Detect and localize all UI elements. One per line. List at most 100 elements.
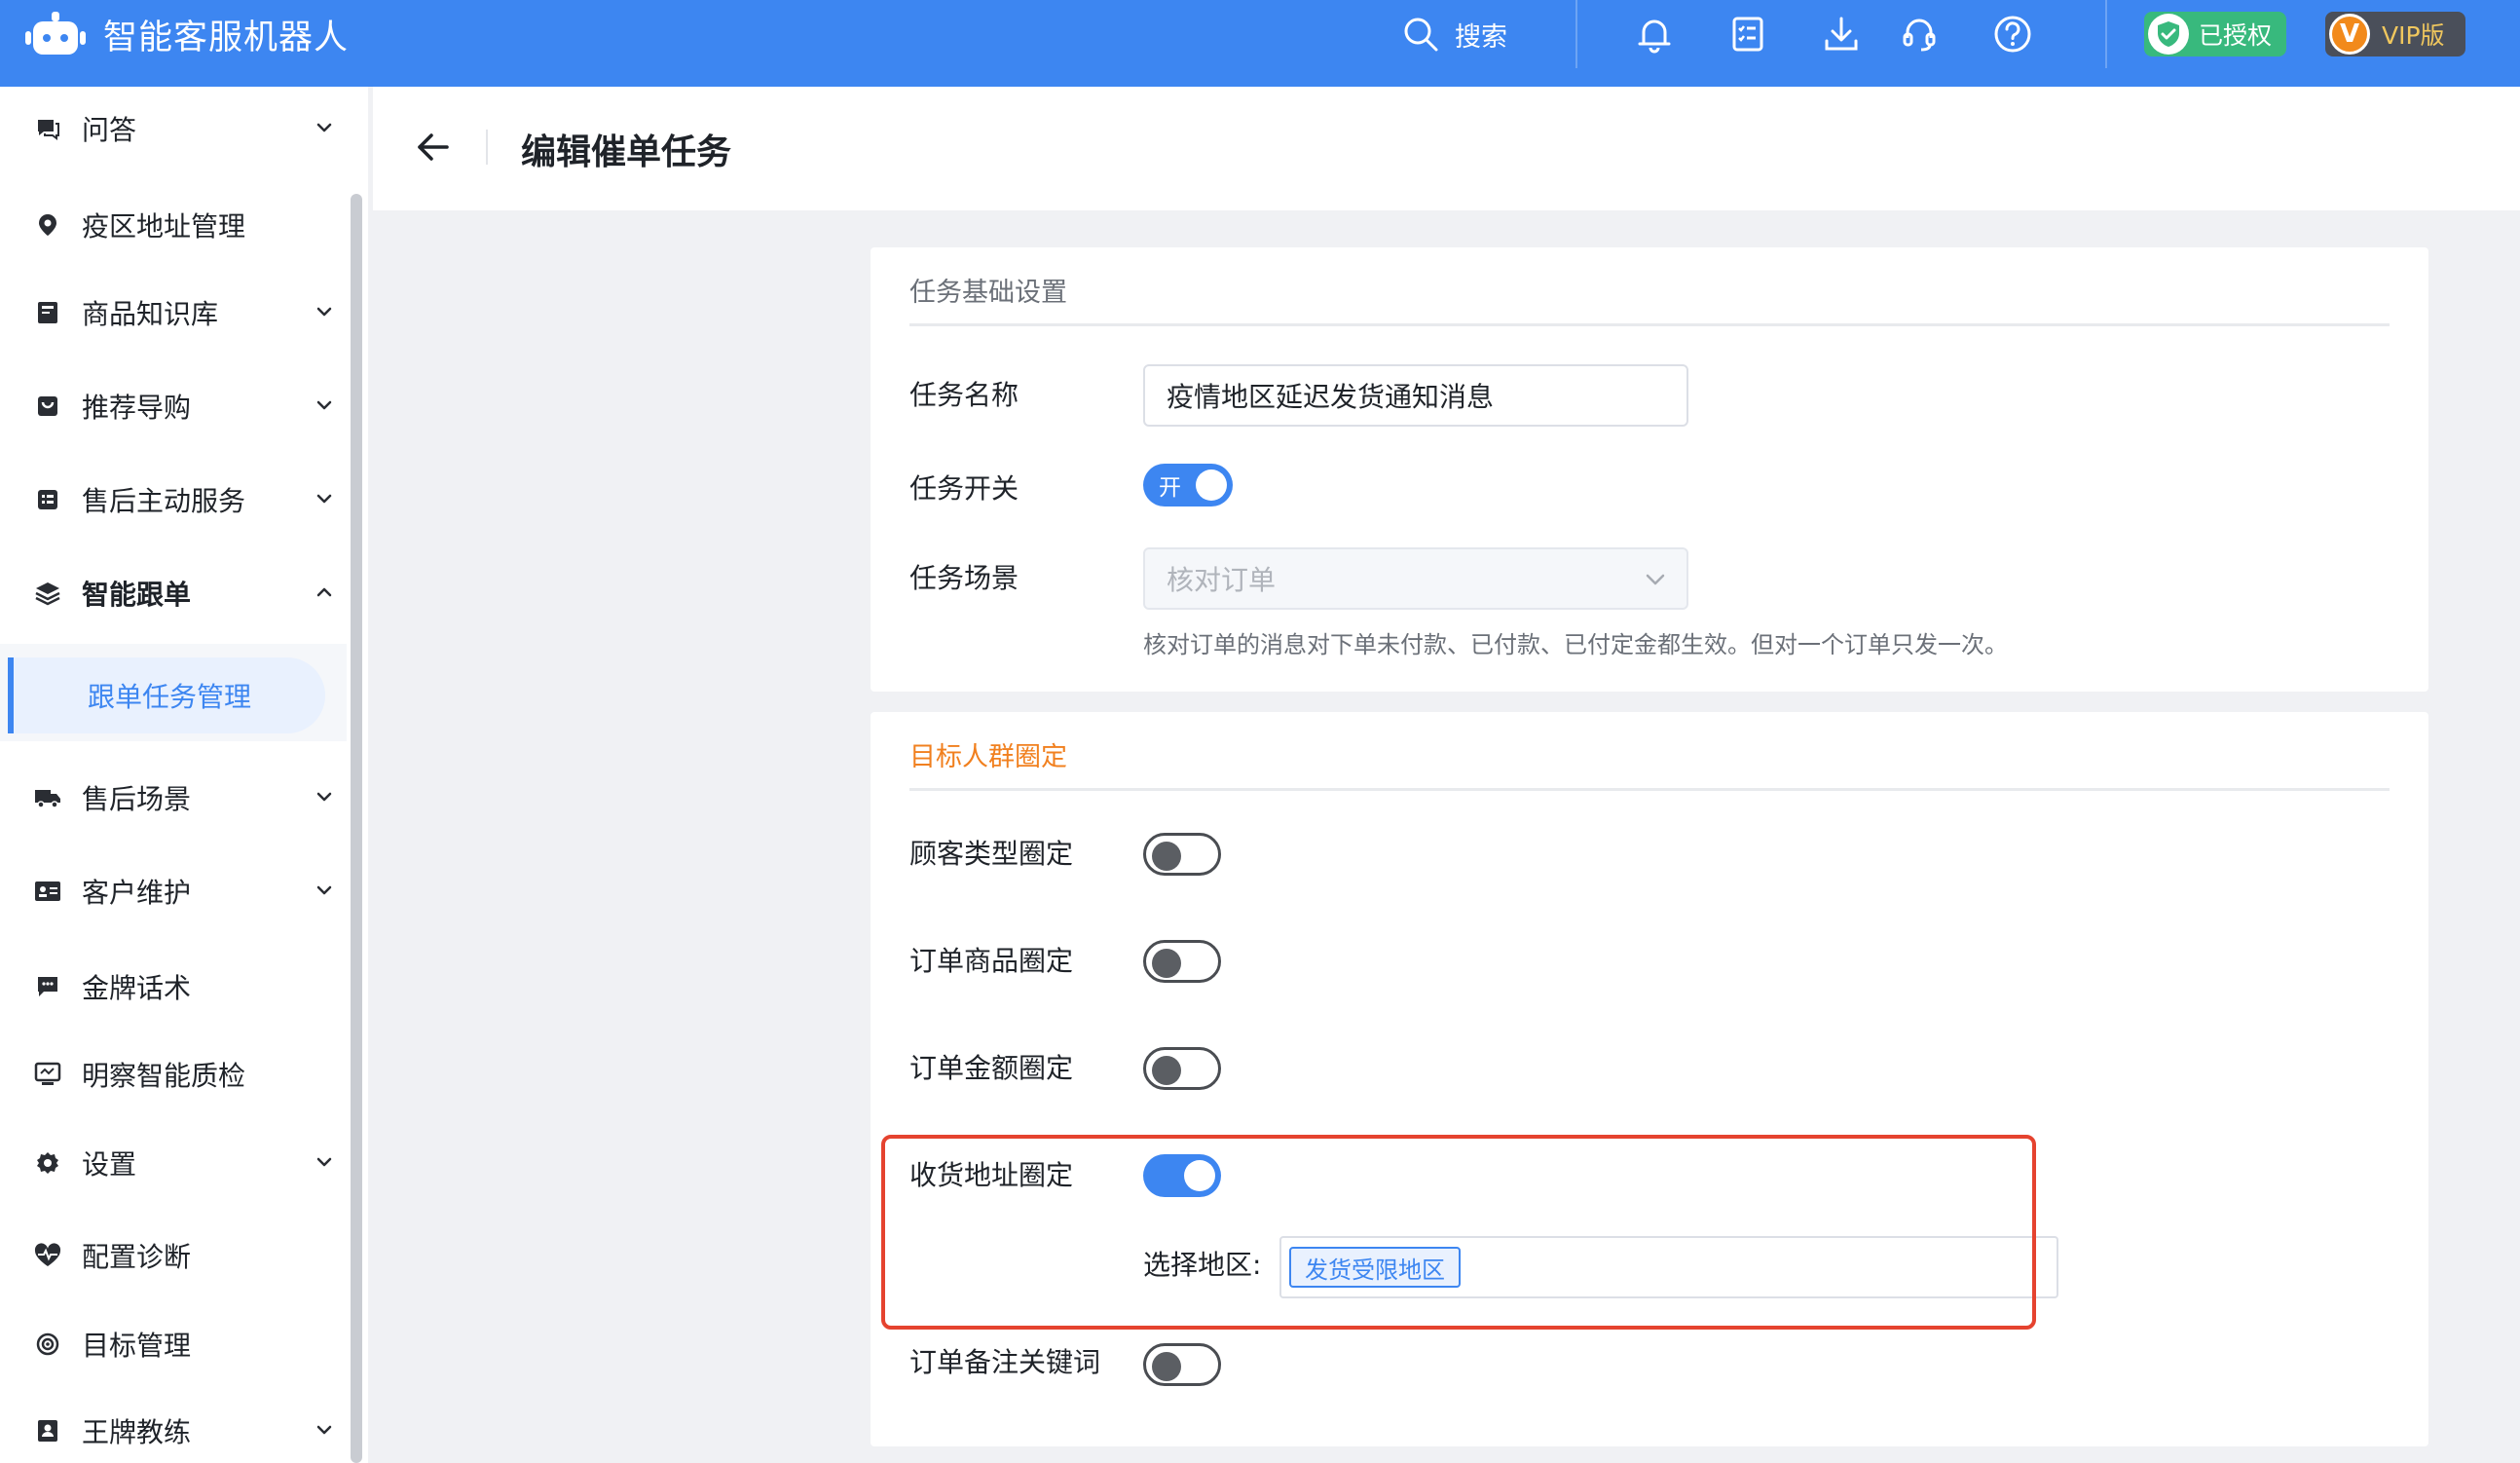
- chevron-up-icon: [316, 587, 332, 597]
- authorized-badge[interactable]: 已授权: [2144, 12, 2286, 56]
- section-divider: [909, 788, 2390, 791]
- header-divider: [486, 130, 488, 165]
- app-title: 智能客服机器人: [103, 18, 350, 57]
- sidebar-item-label: 目标管理: [82, 1330, 192, 1362]
- truck-icon: [33, 783, 62, 812]
- sidebar-item-epidemic-address[interactable]: 疫区地址管理: [0, 196, 347, 254]
- sidebar-nav: 问答 疫区地址管理 商品知识库 推荐导购 售后主动服务 智能跟单 跟单任务管理 …: [0, 87, 368, 1463]
- download-button[interactable]: [1819, 12, 1864, 56]
- shipping-address-toggle[interactable]: [1143, 1154, 1221, 1197]
- toggle-knob: [1152, 1056, 1181, 1085]
- order-remark-label: 订单备注关键词: [909, 1346, 1101, 1378]
- region-select-box[interactable]: 发货受限地区: [1279, 1236, 2058, 1298]
- sidebar-subitem-follow-task-management[interactable]: 跟单任务管理: [8, 657, 325, 733]
- task-list-button[interactable]: [1725, 12, 1770, 56]
- order-remark-toggle[interactable]: [1143, 1343, 1221, 1386]
- topbar-divider: [1575, 0, 1577, 68]
- search-button[interactable]: 搜索: [1402, 10, 1507, 58]
- sidebar-item-product-knowledge[interactable]: 商品知识库: [0, 283, 347, 342]
- sidebar-item-label: 问答: [82, 114, 137, 146]
- search-label: 搜索: [1455, 21, 1507, 53]
- target-icon: [33, 1330, 62, 1359]
- monitor-icon: [33, 1060, 62, 1089]
- sidebar-item-label: 配置诊断: [82, 1241, 192, 1273]
- order-amount-label: 订单金额圈定: [909, 1052, 1074, 1084]
- sidebar-item-label: 明察智能质检: [82, 1060, 246, 1092]
- toggle-knob: [1152, 949, 1181, 978]
- order-product-label: 订单商品圈定: [909, 945, 1074, 977]
- region-select-label: 选择地区:: [1143, 1249, 1262, 1281]
- sidebar-item-label: 疫区地址管理: [82, 210, 246, 243]
- sidebar-item-aftersale-service[interactable]: 售后主动服务: [0, 470, 347, 529]
- task-switch-toggle[interactable]: 开: [1143, 464, 1233, 506]
- arrow-left-icon: [418, 133, 449, 161]
- authorized-label: 已授权: [2199, 21, 2273, 50]
- section-title: 任务基础设置: [909, 278, 1067, 308]
- customer-type-label: 顾客类型圈定: [909, 838, 1074, 870]
- chevron-down-icon: [316, 1425, 332, 1435]
- sidebar-item-gold-script[interactable]: 金牌话术: [0, 957, 347, 1016]
- customer-type-toggle[interactable]: [1143, 833, 1221, 876]
- task-scene-hint: 核对订单的消息对下单未付款、已付款、已付定金都生效。但对一个订单只发一次。: [1143, 631, 2008, 658]
- toggle-knob: [1152, 842, 1181, 871]
- sidebar-item-settings[interactable]: 设置: [0, 1134, 347, 1192]
- card-icon: [33, 877, 62, 906]
- sidebar-item-label: 王牌教练: [82, 1416, 192, 1448]
- search-icon: [1404, 18, 1438, 52]
- task-name-label: 任务名称: [909, 379, 1019, 411]
- sidebar-item-recommend[interactable]: 推荐导购: [0, 377, 347, 435]
- chevron-down-icon: [316, 400, 332, 410]
- location-icon: [33, 210, 62, 240]
- vip-label: VIP版: [2382, 21, 2445, 50]
- sidebar-item-label: 推荐导购: [82, 392, 192, 424]
- sidebar-item-customer-maintenance[interactable]: 客户维护: [0, 862, 347, 920]
- user-card-icon: [33, 1416, 62, 1445]
- order-amount-toggle[interactable]: [1143, 1047, 1221, 1090]
- layers-icon: [33, 579, 62, 608]
- chevron-down-icon: [316, 123, 332, 132]
- sidebar-scrollbar[interactable]: [351, 194, 362, 1463]
- headset-icon: [1903, 19, 1936, 52]
- task-switch-label: 任务开关: [909, 472, 1019, 505]
- sidebar-item-label: 金牌话术: [82, 972, 192, 1004]
- task-scene-select: 核对订单: [1143, 547, 1688, 610]
- vip-logo-icon: V: [2329, 14, 2370, 55]
- sidebar-item-label: 商品知识库: [82, 298, 219, 330]
- sidebar-item-smart-follow[interactable]: 智能跟单: [0, 564, 347, 622]
- sidebar-item-ace-coach[interactable]: 王牌教练: [0, 1402, 347, 1460]
- sidebar-item-config-diagnosis[interactable]: 配置诊断: [0, 1226, 347, 1285]
- chat-icon: [33, 114, 62, 143]
- toggle-knob: [1196, 469, 1227, 501]
- book-icon: [33, 298, 62, 327]
- back-button[interactable]: [412, 126, 455, 169]
- brand[interactable]: 智能客服机器人: [25, 0, 349, 68]
- sidebar-item-quality-inspection[interactable]: 明察智能质检: [0, 1045, 347, 1104]
- sidebar-item-qa[interactable]: 问答: [0, 99, 347, 158]
- region-tag[interactable]: 发货受限地区: [1289, 1247, 1461, 1288]
- top-bar: 智能客服机器人 搜索 已授权 V VIP版: [0, 0, 2520, 87]
- vip-badge[interactable]: V VIP版: [2325, 12, 2465, 56]
- sidebar-item-label: 售后场景: [82, 783, 192, 815]
- checklist-icon: [1732, 17, 1763, 52]
- list-icon: [33, 485, 62, 514]
- sidebar-item-aftersale-scene[interactable]: 售后场景: [0, 769, 347, 827]
- basic-settings-card: 任务基础设置 任务名称 疫情地区延迟发货通知消息 任务开关 开 任务场景 核对订…: [871, 247, 2428, 692]
- task-scene-label: 任务场景: [909, 562, 1019, 594]
- help-icon: [1994, 16, 2031, 53]
- order-product-toggle[interactable]: [1143, 940, 1221, 983]
- toggle-knob: [1152, 1352, 1181, 1381]
- notification-button[interactable]: [1632, 12, 1677, 56]
- task-scene-value: 核对订单: [1167, 564, 1277, 596]
- customer-service-button[interactable]: [1897, 12, 1942, 56]
- chevron-down-icon: [1646, 574, 1665, 585]
- target-audience-card: 目标人群圈定 顾客类型圈定 订单商品圈定 订单金额圈定 收货地址圈定 选择地区:…: [871, 712, 2428, 1446]
- pulse-icon: [33, 1241, 62, 1270]
- help-button[interactable]: [1990, 12, 2035, 56]
- sidebar-item-label: 售后主动服务: [82, 485, 246, 517]
- sidebar-item-label: 智能跟单: [82, 579, 192, 611]
- chevron-down-icon: [316, 792, 332, 802]
- download-icon: [1825, 17, 1858, 51]
- task-name-input[interactable]: 疫情地区延迟发货通知消息: [1143, 364, 1688, 427]
- sidebar-item-goal-management[interactable]: 目标管理: [0, 1315, 347, 1373]
- shield-check-icon: [2148, 14, 2189, 55]
